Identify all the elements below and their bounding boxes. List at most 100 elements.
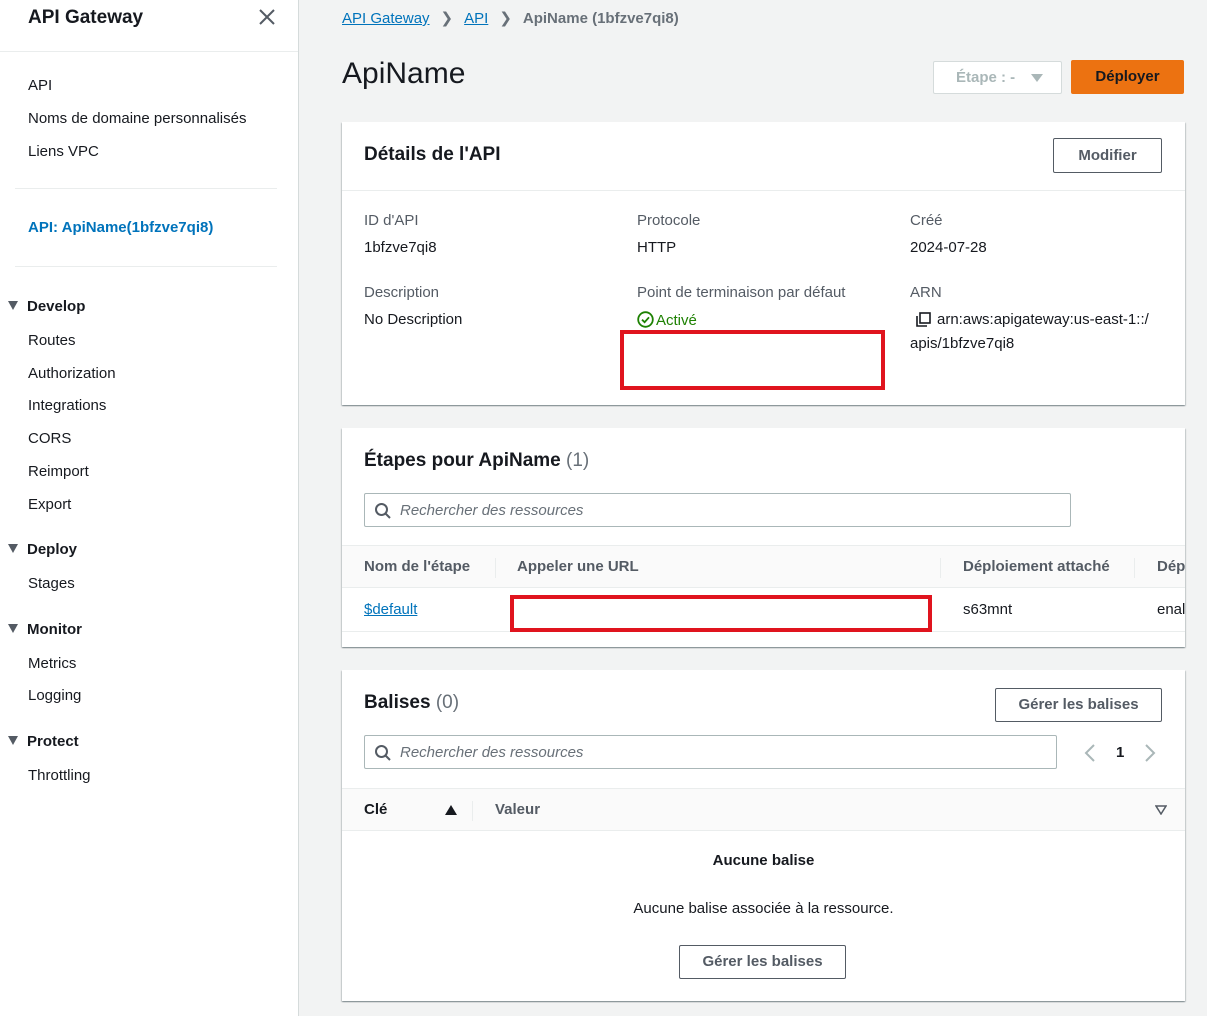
- created-label: Créé: [910, 212, 943, 229]
- sidebar-header: API Gateway: [0, 0, 298, 52]
- sidebar-divider: [15, 188, 277, 189]
- sidebar-item-routes[interactable]: Routes: [28, 332, 76, 349]
- stages-title: Étapes pour ApiName: [364, 450, 561, 471]
- caret-down-icon: [1031, 74, 1043, 82]
- column-stage-name[interactable]: Nom de l'étape: [364, 558, 470, 575]
- breadcrumb-api-gateway[interactable]: API Gateway: [342, 10, 430, 27]
- search-icon: [375, 503, 391, 519]
- stages-panel: Étapes pour ApiName (1) Rechercher des r…: [342, 428, 1185, 647]
- column-divider: [472, 801, 473, 821]
- sidebar-section-develop[interactable]: Develop: [8, 298, 85, 315]
- stages-search-input[interactable]: Rechercher des ressources: [364, 493, 1071, 527]
- section-label: Develop: [27, 298, 86, 315]
- sidebar-item-custom-domains[interactable]: Noms de domaine personnalisés: [28, 110, 246, 127]
- caret-down-icon: [8, 736, 18, 745]
- caret-down-icon: [8, 544, 18, 553]
- arn-value-line2: apis/1bfzve7qi8: [910, 335, 1015, 352]
- default-endpoint-label: Point de terminaison par défaut: [637, 284, 846, 301]
- table-header: Nom de l'étape Appeler une URL Déploieme…: [342, 545, 1185, 588]
- sidebar-item-cors[interactable]: CORS: [28, 430, 71, 447]
- breadcrumb: API Gateway ❯ API ❯ ApiName (1bfzve7qi8): [342, 9, 679, 27]
- chevron-left-icon[interactable]: [1084, 743, 1096, 763]
- chevron-right-icon: ❯: [440, 10, 454, 27]
- redacted-invoke-url: [510, 595, 932, 632]
- tags-search-input[interactable]: Rechercher des ressources: [364, 735, 1057, 769]
- sidebar-item-logging[interactable]: Logging: [28, 687, 81, 704]
- description-label: Description: [364, 284, 440, 301]
- redacted-endpoint-url: [620, 330, 885, 390]
- sidebar-title[interactable]: API Gateway: [28, 7, 143, 29]
- sidebar-item-export[interactable]: Export: [28, 496, 71, 513]
- tags-title: Balises: [364, 692, 431, 713]
- sidebar-item-api[interactable]: API: [28, 77, 52, 94]
- search-placeholder: Rechercher des ressources: [400, 744, 584, 761]
- sidebar-section-monitor[interactable]: Monitor: [8, 621, 82, 638]
- stages-count: (1): [566, 450, 590, 471]
- protocol-value: HTTP: [637, 239, 677, 256]
- breadcrumb-current: ApiName (1bfzve7qi8): [522, 10, 679, 27]
- sidebar-item-stages[interactable]: Stages: [28, 575, 75, 592]
- sort-ascending-icon[interactable]: [445, 805, 457, 815]
- column-attached-deployment[interactable]: Déploiement attaché: [963, 558, 1110, 575]
- panel-title: Détails de l'API: [364, 144, 501, 165]
- column-key[interactable]: Clé: [364, 801, 387, 818]
- sidebar-item-authorization[interactable]: Authorization: [28, 365, 116, 382]
- tags-panel: Balises (0) Gérer les balises Rechercher…: [342, 670, 1185, 1001]
- column-divider: [495, 558, 496, 578]
- column-value[interactable]: Valeur: [495, 801, 540, 818]
- sidebar-item-integrations[interactable]: Integrations: [28, 397, 106, 414]
- endpoint-status: Activé: [637, 311, 697, 329]
- caret-down-icon: [8, 301, 18, 310]
- stage-name-link[interactable]: $default: [364, 601, 417, 618]
- empty-state-description: Aucune balise associée à la ressource.: [633, 900, 894, 917]
- created-value: 2024-07-28: [910, 239, 987, 256]
- sidebar-item-throttling[interactable]: Throttling: [28, 767, 91, 784]
- description-value: No Description: [364, 311, 463, 328]
- sort-icon[interactable]: [1155, 805, 1167, 815]
- api-id-label: ID d'API: [364, 212, 419, 229]
- check-circle-icon: [637, 311, 654, 328]
- manage-tags-button[interactable]: Gérer les balises: [995, 688, 1162, 722]
- sidebar-item-current-api[interactable]: API: ApiName(1bfzve7qi8): [28, 219, 213, 236]
- panel-divider: [342, 190, 1185, 191]
- api-details-panel: Détails de l'API Modifier ID d'API 1bfzv…: [342, 122, 1185, 405]
- column-divider: [940, 558, 941, 578]
- section-label: Deploy: [27, 541, 78, 558]
- page-title: ApiName: [342, 57, 466, 90]
- truncated-value: enal: [1157, 601, 1185, 618]
- pagination-current-page[interactable]: 1: [1116, 744, 1124, 761]
- column-truncated[interactable]: Dép: [1157, 558, 1185, 575]
- chevron-right-icon: ❯: [499, 10, 512, 27]
- stage-select-label: Étape : -: [956, 69, 1016, 86]
- manage-tags-empty-button[interactable]: Gérer les balises: [679, 945, 846, 979]
- section-label: Protect: [27, 733, 79, 750]
- column-invoke-url[interactable]: Appeler une URL: [517, 558, 639, 575]
- stage-select[interactable]: Étape : -: [933, 61, 1062, 94]
- edit-button[interactable]: Modifier: [1053, 138, 1162, 173]
- table-row: $default s63mnt enal: [342, 588, 1185, 632]
- arn-label: ARN: [910, 284, 942, 301]
- sidebar-item-vpc-links[interactable]: Liens VPC: [28, 143, 99, 160]
- chevron-right-icon[interactable]: [1144, 743, 1156, 763]
- sidebar-section-protect[interactable]: Protect: [8, 733, 79, 750]
- side-navigation: API Gateway API Noms de domaine personna…: [0, 0, 299, 1016]
- panel-title: Balises (0): [364, 692, 459, 714]
- sidebar-divider: [15, 266, 277, 267]
- table-header: Clé Valeur: [342, 788, 1185, 831]
- arn-value-line1: arn:aws:apigateway:us-east-1::/: [937, 311, 1149, 328]
- search-icon: [375, 745, 391, 761]
- caret-down-icon: [8, 624, 18, 633]
- copy-icon[interactable]: [916, 312, 931, 327]
- sidebar-section-deploy[interactable]: Deploy: [8, 541, 77, 558]
- panel-title: Étapes pour ApiName (1): [364, 450, 589, 472]
- endpoint-status-text: Activé: [656, 312, 697, 329]
- sidebar-item-metrics[interactable]: Metrics: [28, 655, 76, 672]
- column-divider: [1134, 558, 1135, 578]
- breadcrumb-api[interactable]: API: [464, 10, 488, 27]
- empty-state-title: Aucune balise: [712, 852, 815, 869]
- close-icon[interactable]: [256, 6, 278, 28]
- deploy-button[interactable]: Déployer: [1071, 60, 1184, 94]
- search-placeholder: Rechercher des ressources: [400, 502, 584, 519]
- sidebar-item-reimport[interactable]: Reimport: [28, 463, 89, 480]
- api-id-value: 1bfzve7qi8: [364, 239, 437, 256]
